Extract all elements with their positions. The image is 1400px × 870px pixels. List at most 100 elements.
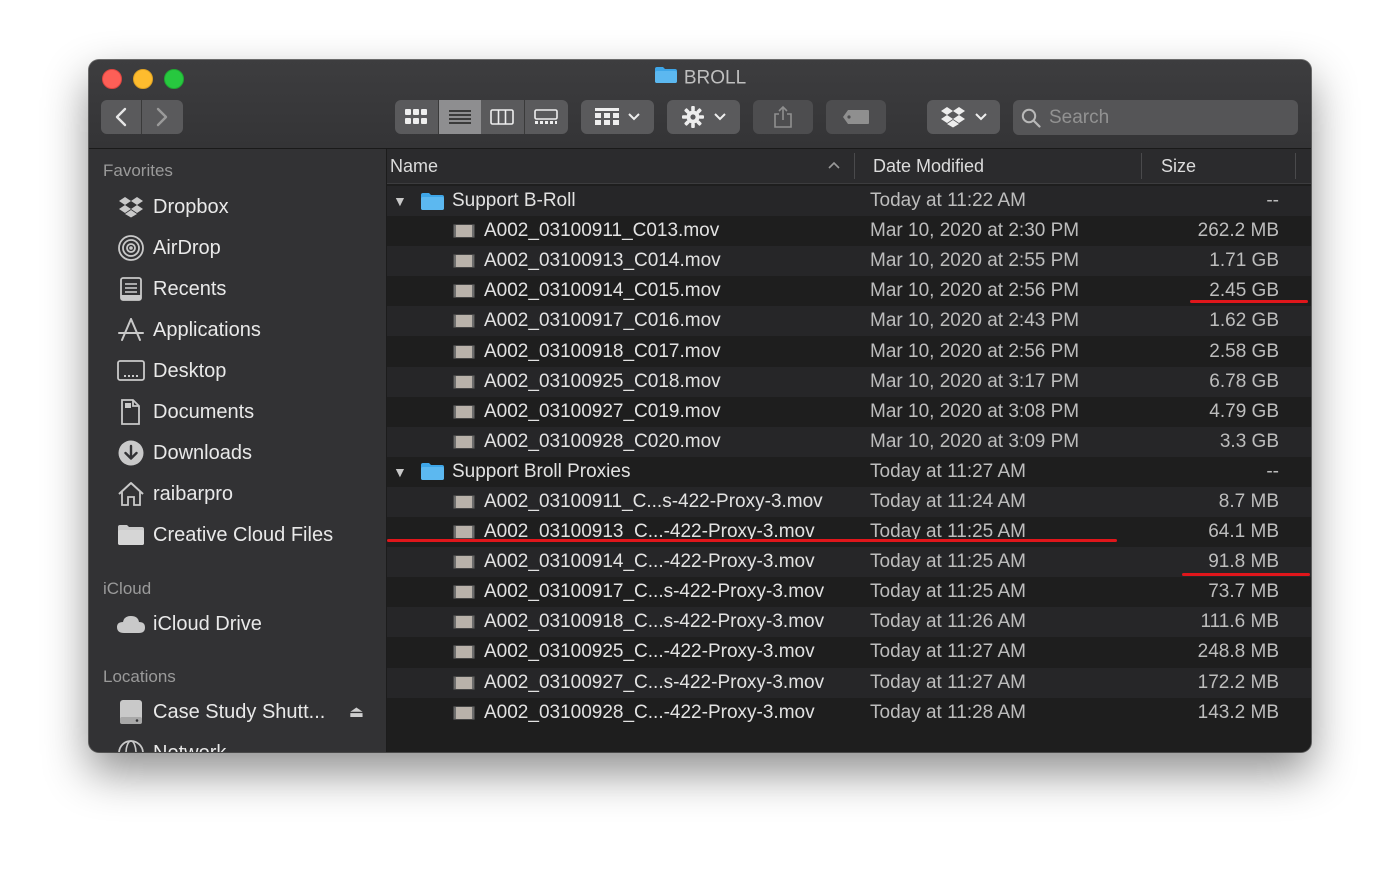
sort-ascending-icon: [828, 161, 840, 169]
file-name: A002_03100917_C016.mov: [484, 310, 721, 332]
documents-icon: [116, 398, 146, 426]
sidebar-item-airdrop[interactable]: AirDrop: [116, 231, 378, 265]
size-cell: 248.8 MB: [1197, 641, 1279, 663]
sidebar-item-label: Downloads: [153, 441, 252, 464]
action-button[interactable]: [667, 100, 740, 134]
eject-icon[interactable]: ⏏: [349, 702, 364, 722]
sidebar-item-case-study-disk[interactable]: Case Study Shutt... ⏏: [116, 695, 378, 729]
sidebar-item-label: Applications: [153, 318, 261, 341]
folder-row[interactable]: ▼ Support Broll Proxies Today at 11:27 AM -…: [387, 456, 1311, 487]
home-icon: [116, 480, 146, 508]
file-row[interactable]: A002_03100917_C...s-422-Proxy-3.mov Today…: [387, 577, 1311, 608]
date-modified-cell: Mar 10, 2020 at 2:56 PM: [870, 340, 1080, 362]
size-cell: 3.3 GB: [1219, 430, 1279, 452]
size-cell: 6.78 GB: [1209, 370, 1279, 392]
icon-grid-icon: [405, 109, 428, 124]
size-cell: 111.6 MB: [1200, 611, 1279, 633]
date-modified-cell: Mar 10, 2020 at 3:17 PM: [870, 370, 1080, 392]
file-row[interactable]: A002_03100927_C019.mov Mar 10, 2020 at 3:…: [387, 396, 1311, 427]
file-row[interactable]: A002_03100928_C020.mov Mar 10, 2020 at 3:…: [387, 426, 1311, 457]
sidebar-item-applications[interactable]: Applications: [116, 313, 378, 347]
gallery-view-button[interactable]: [525, 100, 568, 134]
group-by-button[interactable]: [581, 100, 654, 134]
forward-button[interactable]: [142, 100, 183, 134]
video-thumbnail-icon: [453, 404, 475, 419]
back-button[interactable]: [101, 100, 142, 134]
dropbox-toolbar-button[interactable]: [927, 100, 1000, 134]
sidebar-item-icloud-drive[interactable]: iCloud Drive: [116, 607, 378, 641]
gallery-icon: [534, 109, 559, 124]
date-modified-cell: Mar 10, 2020 at 2:30 PM: [870, 220, 1080, 242]
file-name: A002_03100927_C019.mov: [484, 400, 721, 422]
name-cell: A002_03100914_C...-422-Proxy-3.mov: [453, 551, 815, 573]
list-view-button[interactable]: [438, 100, 481, 134]
file-row[interactable]: A002_03100917_C016.mov Mar 10, 2020 at 2:…: [387, 306, 1311, 337]
tags-button[interactable]: [826, 100, 886, 134]
video-thumbnail-icon: [453, 494, 475, 509]
cloud-icon: [116, 610, 146, 638]
sidebar-item-creative-cloud-files[interactable]: Creative Cloud Files: [116, 518, 378, 552]
video-thumbnail-icon: [453, 314, 475, 329]
sidebar-item-dropbox[interactable]: Dropbox: [116, 190, 378, 224]
finder-window: BROLL Search Favorites Dropbox AirDrop R…: [89, 60, 1311, 752]
file-name: Support B-Roll: [452, 190, 576, 212]
sidebar-item-desktop[interactable]: Desktop: [116, 354, 378, 388]
size-cell: 4.79 GB: [1209, 400, 1279, 422]
file-name: A002_03100918_C...s-422-Proxy-3.mov: [484, 611, 825, 633]
share-button[interactable]: [753, 100, 813, 134]
folder-row[interactable]: ▼ Support B-Roll Today at 11:22 AM --: [387, 186, 1311, 217]
sidebar-item-recents[interactable]: Recents: [116, 272, 378, 306]
column-header-name[interactable]: Name: [390, 149, 438, 183]
video-thumbnail-icon: [453, 525, 475, 540]
sidebar-item-documents[interactable]: Documents: [116, 395, 378, 429]
view-mode-control: [395, 100, 568, 134]
name-cell: A002_03100911_C...s-422-Proxy-3.mov: [453, 491, 823, 513]
columns-icon: [490, 109, 515, 125]
size-cell: 1.71 GB: [1209, 250, 1279, 272]
column-header-date-modified[interactable]: Date Modified: [873, 149, 984, 183]
file-row[interactable]: A002_03100918_C...s-422-Proxy-3.mov Today…: [387, 607, 1311, 638]
column-header-size[interactable]: Size: [1161, 149, 1196, 183]
file-row[interactable]: A002_03100925_C018.mov Mar 10, 2020 at 3:…: [387, 366, 1311, 397]
file-name: A002_03100928_C020.mov: [484, 430, 721, 452]
file-row[interactable]: A002_03100911_C013.mov Mar 10, 2020 at 2:…: [387, 216, 1311, 247]
icon-view-button[interactable]: [395, 100, 439, 134]
column-view-button[interactable]: [481, 100, 525, 134]
sidebar-item-downloads[interactable]: Downloads: [116, 436, 378, 470]
file-row[interactable]: A002_03100925_C...-422-Proxy-3.mov Today …: [387, 637, 1311, 668]
file-row[interactable]: A002_03100913_C014.mov Mar 10, 2020 at 2:…: [387, 246, 1311, 277]
annotation-underline: [1182, 573, 1310, 576]
sidebar-item-network[interactable]: Network: [116, 736, 378, 752]
video-thumbnail-icon: [453, 284, 475, 299]
sidebar-item-label: Desktop: [153, 359, 227, 382]
size-cell: --: [1266, 190, 1279, 212]
column-divider[interactable]: [1295, 153, 1296, 179]
file-row[interactable]: A002_03100913_C...-422-Proxy-3.mov Today …: [387, 517, 1311, 548]
column-divider[interactable]: [1141, 153, 1142, 179]
disclosure-triangle-icon[interactable]: ▼: [393, 464, 407, 480]
file-name: A002_03100925_C018.mov: [484, 370, 721, 392]
date-modified-cell: Today at 11:26 AM: [870, 611, 1026, 633]
file-row[interactable]: A002_03100911_C...s-422-Proxy-3.mov Today…: [387, 486, 1311, 518]
file-row[interactable]: A002_03100914_C015.mov Mar 10, 2020 at 2:…: [387, 276, 1311, 307]
name-cell: A002_03100917_C...s-422-Proxy-3.mov: [453, 581, 824, 603]
file-row[interactable]: A002_03100927_C...s-422-Proxy-3.mov Today…: [387, 667, 1311, 698]
file-row[interactable]: A002_03100928_C...-422-Proxy-3.mov Today …: [387, 697, 1311, 728]
sidebar-item-label: Dropbox: [153, 195, 229, 218]
disclosure-triangle-icon[interactable]: ▼: [393, 193, 407, 209]
sidebar-item-home[interactable]: raibarpro: [116, 477, 378, 511]
file-name: Support Broll Proxies: [452, 460, 631, 482]
name-cell: Support B-Roll: [420, 190, 576, 212]
column-header: Name Date Modified Size: [387, 149, 1311, 184]
file-row[interactable]: A002_03100918_C017.mov Mar 10, 2020 at 2:…: [387, 336, 1311, 367]
name-cell: A002_03100927_C019.mov: [453, 401, 721, 423]
file-row[interactable]: A002_03100914_C...-422-Proxy-3.mov Today …: [387, 547, 1311, 578]
annotation-underline: [1190, 300, 1308, 303]
search-input[interactable]: [1047, 105, 1291, 130]
search-field[interactable]: [1013, 100, 1298, 135]
size-cell: 1.62 GB: [1209, 310, 1279, 332]
column-divider[interactable]: [854, 153, 855, 179]
size-cell: 172.2 MB: [1197, 671, 1279, 693]
date-modified-cell: Today at 11:22 AM: [870, 190, 1026, 212]
file-name: A002_03100927_C...s-422-Proxy-3.mov: [484, 671, 825, 693]
